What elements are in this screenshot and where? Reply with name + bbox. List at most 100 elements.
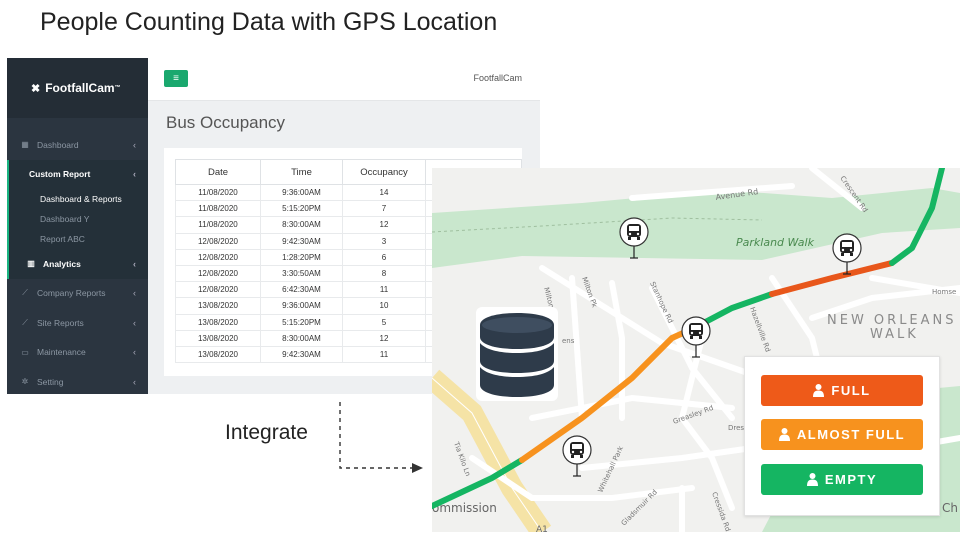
sidebar-item-setting[interactable]: ✲ Setting ‹ bbox=[7, 367, 148, 397]
sidebar-item-site-reports[interactable]: ⟋ Site Reports ‹ bbox=[7, 308, 148, 338]
legend-label: FULL bbox=[831, 383, 871, 398]
top-bar: ≡ FootfallCam bbox=[148, 58, 540, 101]
table-cell: 10 bbox=[342, 297, 426, 315]
table-cell: 13/08/2020 bbox=[175, 297, 261, 315]
footfallcam-logo-icon: ✖ bbox=[31, 82, 41, 95]
table-cell: 13/08/2020 bbox=[175, 314, 261, 331]
table-cell: 12/08/2020 bbox=[175, 281, 261, 299]
sidebar-item-label: Custom Report bbox=[29, 169, 91, 180]
table-cell: 9:36:00AM bbox=[260, 297, 343, 315]
sidebar-subitem-label: Report ABC bbox=[40, 234, 85, 244]
table-cell: 9:42:30AM bbox=[260, 346, 343, 364]
map-label-district-2: WALK bbox=[870, 327, 919, 342]
slide-title: People Counting Data with GPS Location bbox=[40, 8, 498, 36]
table-cell: 11 bbox=[342, 346, 426, 364]
sidebar-item-maintenance[interactable]: ▭ Maintenance ‹ bbox=[7, 338, 148, 368]
table-cell: 6:42:30AM bbox=[260, 281, 343, 299]
legend-full[interactable]: FULL bbox=[761, 375, 923, 406]
table-cell: 11/08/2020 bbox=[175, 216, 261, 234]
sidebar-subitem-label: Dashboard & Reports bbox=[40, 194, 122, 204]
table-cell: 12/08/2020 bbox=[175, 233, 261, 250]
page-title: Bus Occupancy bbox=[166, 113, 286, 132]
table-cell: 11 bbox=[342, 281, 426, 299]
brand-trademark: ™ bbox=[114, 85, 121, 91]
database-icon bbox=[476, 307, 558, 401]
grid-icon: ▦ bbox=[21, 140, 29, 150]
brand[interactable]: ✖ FootfallCam ™ bbox=[7, 58, 148, 118]
table-cell: 3 bbox=[342, 233, 426, 250]
integrate-arrow-icon bbox=[339, 402, 423, 473]
sidebar-item-company-reports[interactable]: ⟋ Company Reports ‹ bbox=[7, 279, 148, 309]
table-cell: 5 bbox=[342, 314, 426, 331]
map-label-district-1: NEW ORLEANS bbox=[827, 313, 957, 328]
custom-report-group: Custom Report ‹ Dashboard & Reports Dash… bbox=[7, 159, 148, 279]
map-label-parkland: Parkland Walk bbox=[736, 236, 815, 249]
legend-label: EMPTY bbox=[824, 472, 878, 487]
person-icon bbox=[806, 473, 818, 486]
cogs-icon: ✲ bbox=[21, 377, 29, 387]
sidebar-subitem-report-abc[interactable]: Report ABC bbox=[9, 229, 148, 249]
sidebar-item-dashboard[interactable]: ▦ Dashboard ‹ bbox=[7, 130, 148, 160]
chevron-down-icon: ‹ bbox=[133, 169, 136, 180]
map-label-gens: ens bbox=[562, 337, 575, 345]
chevron-left-icon: ‹ bbox=[133, 288, 136, 299]
person-icon bbox=[778, 428, 790, 441]
sidebar-item-custom-report[interactable]: Custom Report ‹ bbox=[9, 160, 148, 190]
table-cell: 9:42:30AM bbox=[260, 233, 343, 250]
table-cell: 8:30:00AM bbox=[260, 330, 343, 347]
table-cell: 8 bbox=[342, 265, 426, 283]
person-icon bbox=[813, 384, 825, 397]
table-cell: 3:30:50AM bbox=[260, 265, 343, 283]
monitor-icon: ▭ bbox=[21, 347, 29, 357]
sidebar-item-label: Dashboard bbox=[37, 139, 79, 150]
map-label-homesdale: Homse bbox=[932, 288, 956, 296]
sidebar-item-label: Company Reports bbox=[37, 288, 106, 299]
map-label-dresden: Dres bbox=[728, 424, 744, 432]
hamburger-icon[interactable]: ≡ bbox=[164, 70, 188, 87]
column-header-time[interactable]: Time bbox=[260, 159, 343, 185]
table-cell: 6 bbox=[342, 249, 426, 266]
sidebar-item-label: Site Reports bbox=[37, 317, 84, 328]
sidebar-item-analytics[interactable]: ▥ Analytics ‹ bbox=[9, 249, 148, 279]
occupancy-legend: FULL ALMOST FULL EMPTY bbox=[744, 356, 940, 516]
legend-almost-full[interactable]: ALMOST FULL bbox=[761, 419, 923, 450]
table-cell: 12 bbox=[342, 330, 426, 347]
table-cell: 12/08/2020 bbox=[175, 249, 261, 266]
table-cell: 9:36:00AM bbox=[260, 184, 343, 202]
brand-name: FootfallCam bbox=[45, 81, 115, 95]
map-label-a1: A1 bbox=[536, 525, 548, 532]
chevron-left-icon: ‹ bbox=[133, 376, 136, 387]
sidebar-item-label: Setting bbox=[37, 376, 64, 387]
column-header-occupancy[interactable]: Occupancy bbox=[342, 159, 426, 185]
map-label-ch: Ch bbox=[942, 501, 958, 515]
chevron-left-icon: ‹ bbox=[133, 139, 136, 150]
table-cell: 14 bbox=[342, 184, 426, 202]
legend-label: ALMOST FULL bbox=[796, 427, 906, 442]
bar-chart-icon: ▥ bbox=[27, 259, 35, 269]
table-cell: 13/08/2020 bbox=[175, 330, 261, 347]
table-cell: 11/08/2020 bbox=[175, 184, 261, 202]
sidebar-subitem-dashboard-y[interactable]: Dashboard Y bbox=[9, 209, 148, 229]
table-cell: 5:15:20PM bbox=[260, 314, 343, 331]
table-cell: 8:30:00AM bbox=[260, 216, 343, 234]
table-cell: 12/08/2020 bbox=[175, 265, 261, 283]
table-cell: 13/08/2020 bbox=[175, 346, 261, 364]
chevron-left-icon: ‹ bbox=[133, 258, 136, 269]
integrate-label: Integrate bbox=[225, 421, 308, 444]
sidebar-item-label: Maintenance bbox=[37, 347, 86, 358]
sidebar-subitem-label: Dashboard Y bbox=[40, 214, 90, 224]
column-header-date[interactable]: Date bbox=[175, 159, 261, 185]
table-cell: 11/08/2020 bbox=[175, 200, 261, 218]
line-chart-icon: ⟋ bbox=[22, 317, 28, 327]
sidebar-subitem-dashboard-reports[interactable]: Dashboard & Reports bbox=[9, 189, 148, 209]
sidebar-item-label: Analytics bbox=[43, 258, 81, 269]
table-cell: 1:28:20PM bbox=[260, 249, 343, 266]
table-cell: 12 bbox=[342, 216, 426, 234]
table-cell: 7 bbox=[342, 200, 426, 218]
chevron-left-icon: ‹ bbox=[133, 347, 136, 358]
legend-empty[interactable]: EMPTY bbox=[761, 464, 923, 495]
table-cell: 5:15:20PM bbox=[260, 200, 343, 218]
app-name: FootfallCam bbox=[473, 73, 522, 83]
sidebar: ✖ FootfallCam ™ ▦ Dashboard ‹ Custom Repo… bbox=[7, 58, 148, 394]
line-chart-icon: ⟋ bbox=[22, 288, 28, 298]
